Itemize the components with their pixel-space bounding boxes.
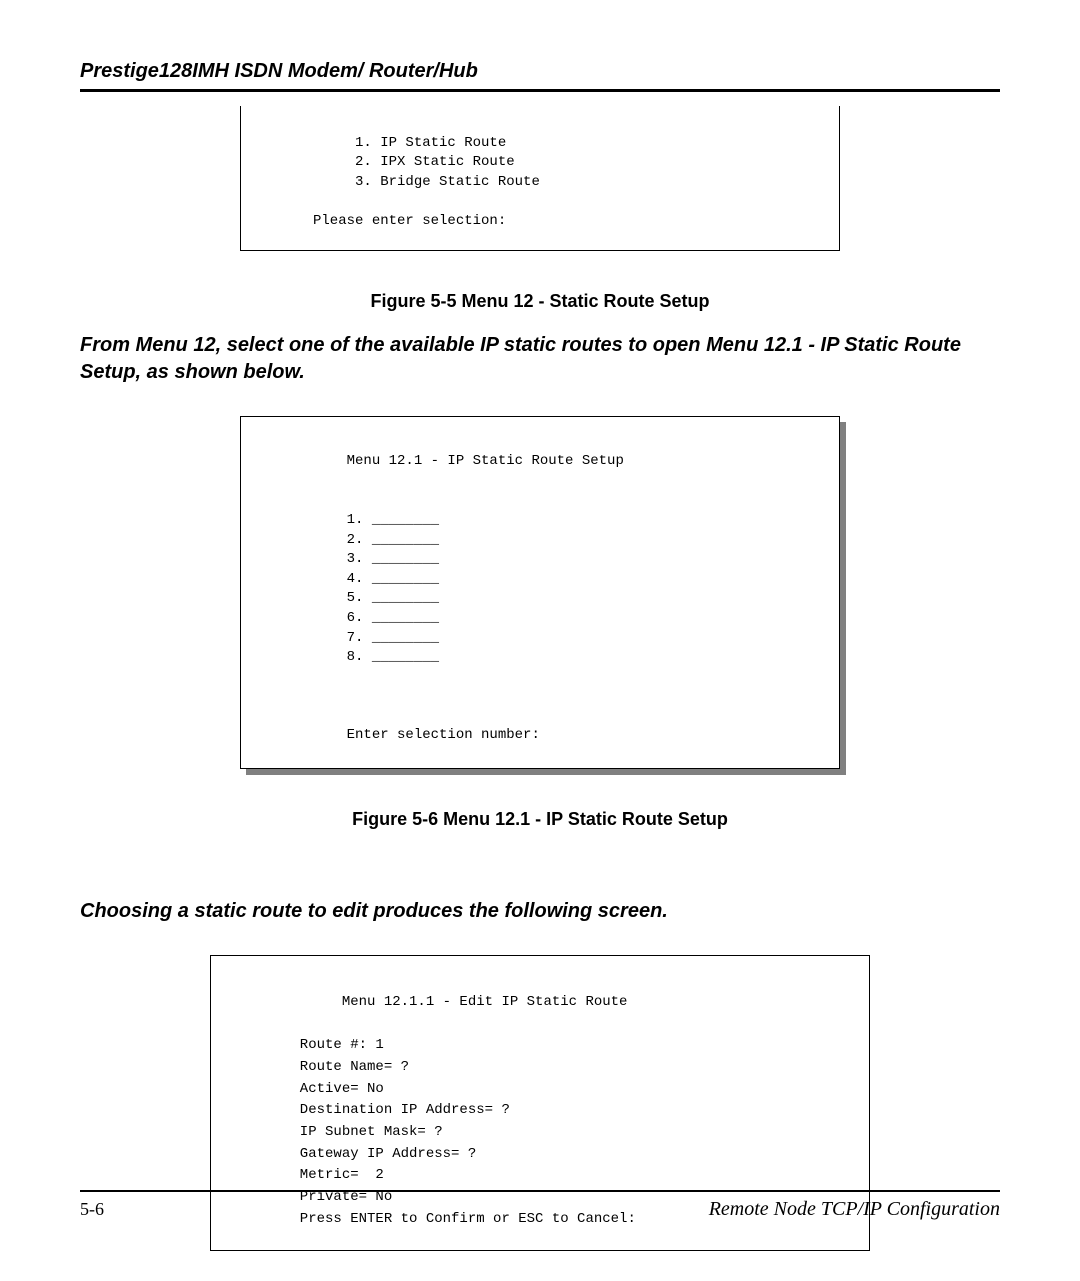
footer-section-title: Remote Node TCP/IP Configuration (709, 1198, 1000, 1221)
menu121-item-7: 7. ________ (271, 630, 439, 646)
menu1211-subnet: IP Subnet Mask= ? (241, 1124, 443, 1140)
menu1211-metric: Metric= 2 (241, 1167, 384, 1183)
menu1211-route-name: Route Name= ? (241, 1059, 409, 1075)
menu12-prompt: Please enter selection: (271, 213, 506, 229)
menu1211-active: Active= No (241, 1081, 384, 1097)
menu121-title: Menu 12.1 - IP Static Route Setup (271, 453, 624, 469)
page-number: 5-6 (80, 1199, 104, 1220)
menu12-option-3: 3. Bridge Static Route (271, 174, 540, 190)
menu121-item-6: 6. ________ (271, 610, 439, 626)
page-footer: 5-6 Remote Node TCP/IP Configuration (80, 1190, 1000, 1221)
menu121-item-1: 1. ________ (271, 512, 439, 528)
footer-rule (80, 1190, 1000, 1192)
menu121-item-8: 8. ________ (271, 649, 439, 665)
page-header: Prestige128IMH ISDN Modem/ Router/Hub (80, 60, 1000, 92)
book-title: Prestige128IMH ISDN Modem/ Router/Hub (80, 60, 1000, 89)
menu121-item-4: 4. ________ (271, 571, 439, 587)
menu121-prompt: Enter selection number: (271, 727, 540, 743)
menu-12-1-box: Menu 12.1 - IP Static Route Setup 1. ___… (240, 416, 840, 770)
menu121-item-2: 2. ________ (271, 532, 439, 548)
menu1211-dest-ip: Destination IP Address= ? (241, 1102, 510, 1118)
paragraph-2: Choosing a static route to edit produces… (80, 898, 1000, 925)
menu121-item-3: 3. ________ (271, 551, 439, 567)
figure-5-5-caption: Figure 5-5 Menu 12 - Static Route Setup (80, 291, 1000, 312)
menu-12-box: 1. IP Static Route 2. IPX Static Route 3… (240, 106, 840, 251)
menu1211-gateway: Gateway IP Address= ? (241, 1146, 476, 1162)
menu-12-1-wrap: Menu 12.1 - IP Static Route Setup 1. ___… (240, 416, 840, 770)
menu121-item-5: 5. ________ (271, 590, 439, 606)
menu1211-route-num: Route #: 1 (241, 1037, 384, 1053)
figure-5-6-caption: Figure 5-6 Menu 12.1 - IP Static Route S… (80, 809, 1000, 830)
menu1211-title: Menu 12.1.1 - Edit IP Static Route (241, 994, 627, 1010)
paragraph-1: From Menu 12, select one of the availabl… (80, 332, 1000, 386)
menu12-option-1: 1. IP Static Route (271, 135, 506, 151)
header-rule (80, 89, 1000, 92)
menu12-option-2: 2. IPX Static Route (271, 154, 515, 170)
